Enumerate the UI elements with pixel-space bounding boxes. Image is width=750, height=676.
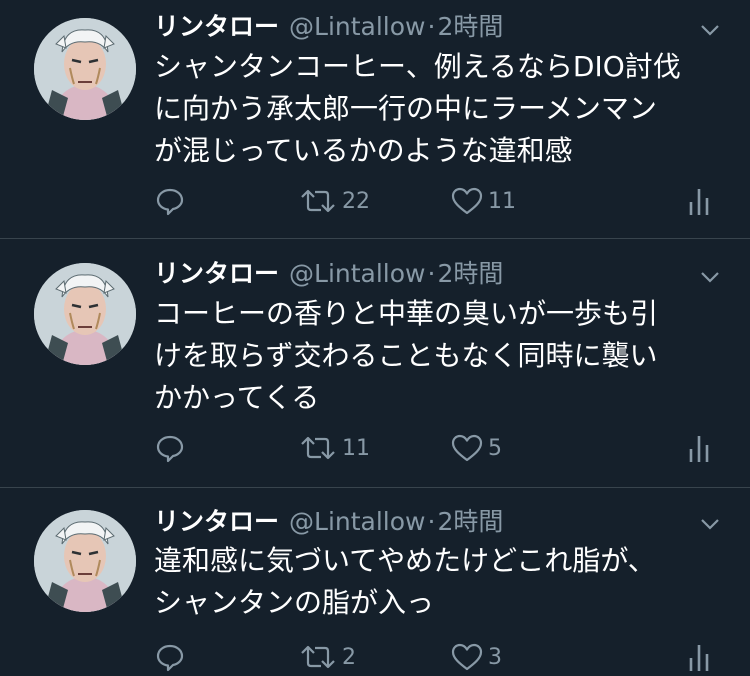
user-handle[interactable]: @Lintallow [289,259,425,288]
retweet-button[interactable]: 2 [298,640,356,674]
like-button[interactable]: 5 [450,431,502,465]
analytics-button[interactable] [684,640,714,674]
reply-icon [156,188,184,216]
like-count: 11 [488,188,516,214]
tweet-header: リンタロー @Lintallow·2時間 [154,10,503,44]
separator-dot: · [427,12,436,41]
like-count: 3 [488,644,502,670]
action-bar: 22 11 [154,184,724,218]
retweet-count: 2 [342,644,356,670]
avatar[interactable] [34,263,136,365]
display-name[interactable]: リンタロー [154,507,279,536]
like-button[interactable]: 3 [450,640,502,674]
reply-icon [156,644,184,672]
tweet[interactable]: リンタロー @Lintallow·2時間 コーヒーの香りと中華の臭いが一歩も引 け… [0,239,750,487]
user-handle[interactable]: @Lintallow [289,507,425,536]
reply-icon [156,435,184,463]
user-handle[interactable]: @Lintallow [289,12,425,41]
chevron-down-icon[interactable] [698,512,722,536]
retweet-icon [301,645,335,669]
retweet-icon [301,189,335,213]
separator-dot: · [427,507,436,536]
heart-icon [451,434,483,462]
analytics-icon [689,189,709,215]
tweet-text: シャンタンコーヒー、例えるならDIO討伐 に向かう承太郎一行の中にラーメンマン … [154,50,681,167]
tweet-text: 違和感に気づいてやめたけどこれ脂が、 シャンタンの脂が入っ [154,544,656,619]
separator-dot: · [427,259,436,288]
retweet-button[interactable]: 11 [298,431,370,465]
display-name[interactable]: リンタロー [154,259,279,288]
avatar[interactable] [34,18,136,120]
tweet[interactable]: リンタロー @Lintallow·2時間 違和感に気づいてやめたけどこれ脂が、 シ… [0,488,750,676]
tweet-header: リンタロー @Lintallow·2時間 [154,505,503,539]
reply-button[interactable] [154,431,190,465]
avatar[interactable] [34,510,136,612]
like-count: 5 [488,435,502,461]
display-name[interactable]: リンタロー [154,12,279,41]
action-bar: 2 3 [154,640,724,674]
retweet-button[interactable]: 22 [298,184,370,218]
retweet-icon [301,436,335,460]
heart-icon [451,643,483,671]
tweet-text: コーヒーの香りと中華の臭いが一歩も引 けを取らず交わることもなく同時に襲い かか… [154,297,659,414]
like-button[interactable]: 11 [450,184,516,218]
analytics-button[interactable] [684,184,714,218]
retweet-count: 22 [342,188,370,214]
analytics-button[interactable] [684,431,714,465]
tweet-header: リンタロー @Lintallow·2時間 [154,257,503,291]
timestamp[interactable]: 2時間 [437,12,503,41]
analytics-icon [689,436,709,462]
timestamp[interactable]: 2時間 [437,507,503,536]
analytics-icon [689,645,709,671]
timestamp[interactable]: 2時間 [437,259,503,288]
retweet-count: 11 [342,435,370,461]
tweet[interactable]: リンタロー @Lintallow·2時間 シャンタンコーヒー、例えるならDIO討伐… [0,0,750,238]
heart-icon [451,187,483,215]
chevron-down-icon[interactable] [698,18,722,42]
reply-button[interactable] [154,640,190,674]
action-bar: 11 5 [154,431,724,465]
reply-button[interactable] [154,184,190,218]
chevron-down-icon[interactable] [698,265,722,289]
